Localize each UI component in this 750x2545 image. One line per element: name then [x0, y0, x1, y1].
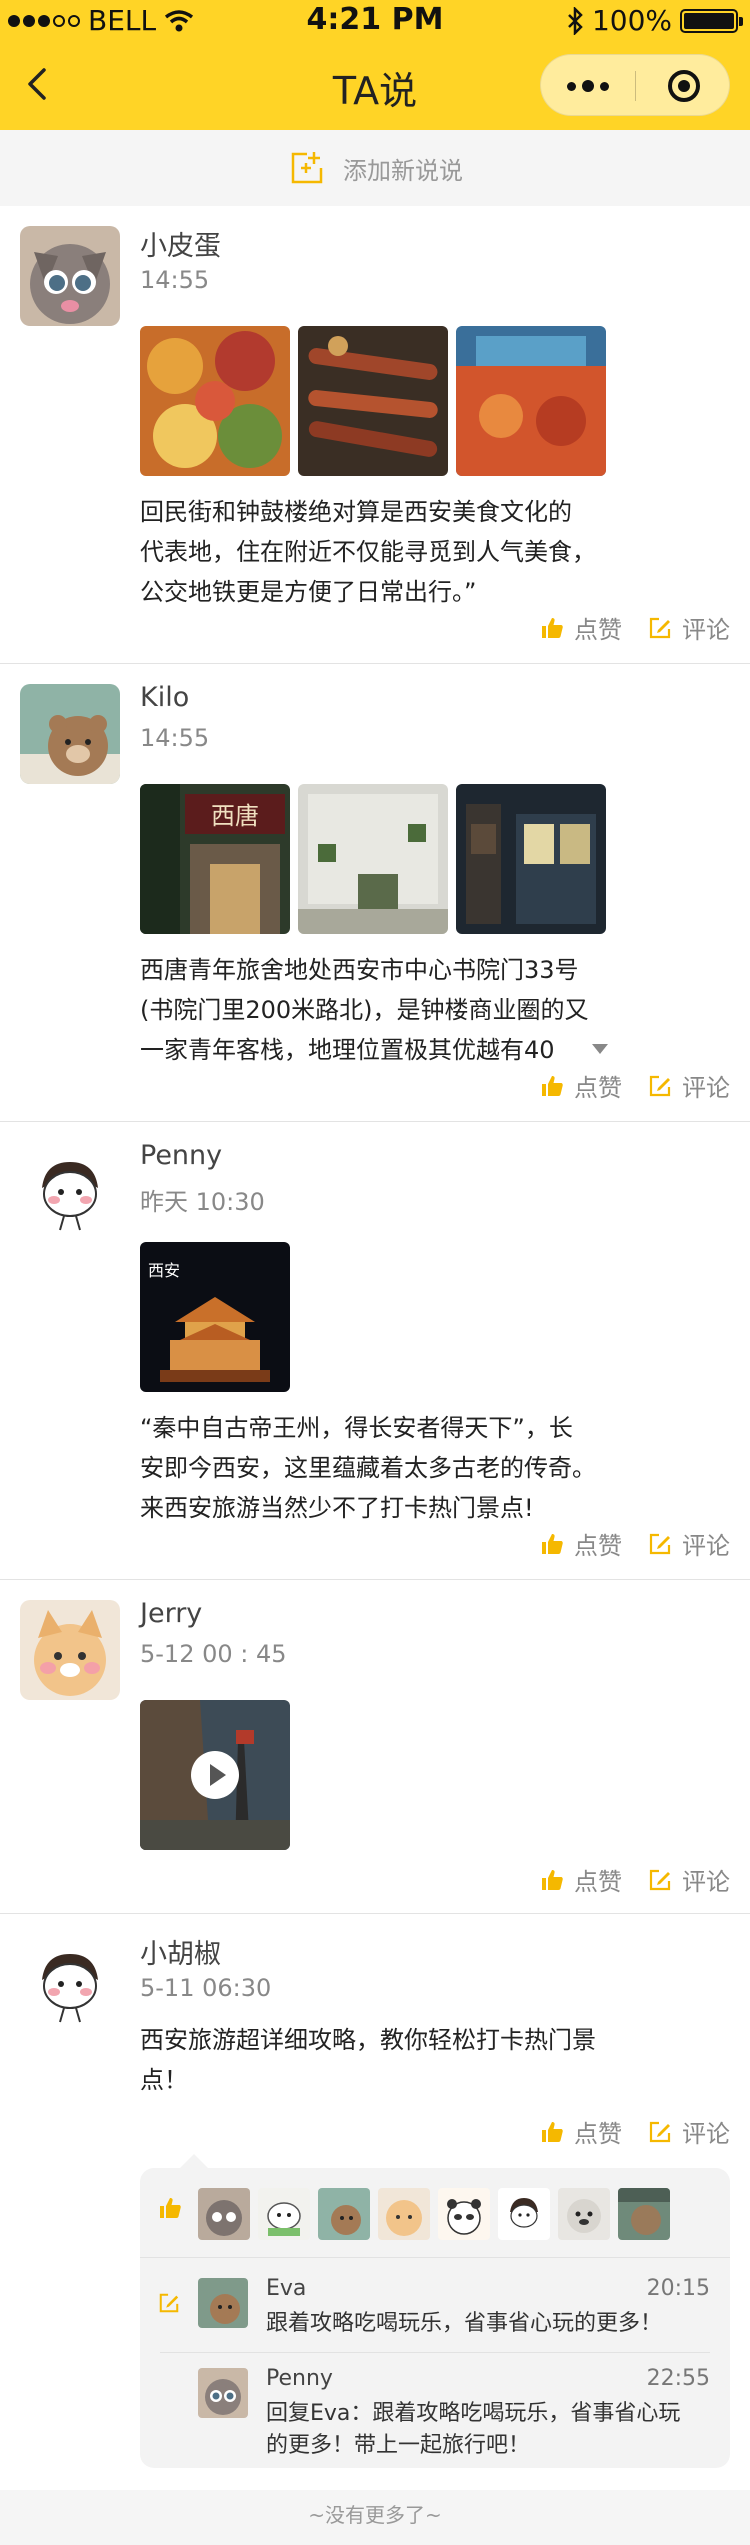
avatar[interactable] — [20, 1142, 120, 1242]
post-video[interactable] — [140, 1700, 290, 1850]
like-button[interactable]: 点赞 — [540, 610, 622, 645]
like-button[interactable]: 点赞 — [540, 1068, 622, 1103]
mini-program-capsule — [540, 54, 730, 116]
liker-avatar[interactable] — [318, 2188, 370, 2240]
post-text: 西唐青年旅舍地处西安市中心书院门33号 (书院门里200米路北)，是钟楼商业圈的又… — [140, 956, 589, 1064]
post-text: “秦中自古帝王州，得长安者得天下”，长 安即今西安，这里蕴藏着太多古老的传奇。 来西… — [140, 1414, 596, 1522]
add-post-bar[interactable]: 添加新说说 — [0, 130, 750, 206]
post-author[interactable]: 小皮蛋 — [140, 224, 221, 263]
thumbs-up-icon — [542, 1869, 563, 1890]
comment-text: 回复Eva：跟着攻略吃喝玩乐，省事省心玩 的更多！带上一起旅行吧！ — [266, 2401, 681, 2458]
likes-row — [140, 2168, 730, 2258]
avatar[interactable] — [198, 2278, 248, 2328]
comment-button[interactable]: 评论 — [648, 1862, 730, 1897]
thumbs-up-icon — [542, 1075, 563, 1096]
post-photo[interactable]: 西安 — [140, 1242, 290, 1392]
liker-avatar[interactable] — [198, 2188, 250, 2240]
comment-panel: Eva 20:15 跟着攻略吃喝玩乐，省事省心玩的更多！ Penny 22:55… — [140, 2154, 730, 2468]
post-author[interactable]: Penny — [140, 1140, 222, 1171]
add-post-label: 添加新说说 — [343, 156, 463, 185]
nav-bar: TA说 — [0, 40, 750, 130]
post-card: Penny 昨天 10:30 西安 “秦中自古帝王州，得长安者得天下”，长 安即今… — [0, 1122, 750, 1580]
edit-icon — [649, 1075, 671, 1096]
battery-percent: 100% — [591, 4, 672, 37]
comment-item[interactable]: Eva 20:15 跟着攻略吃喝玩乐，省事省心玩的更多！ — [140, 2264, 730, 2364]
comment-button[interactable]: 评论 — [648, 1068, 730, 1103]
post-photo[interactable] — [140, 326, 290, 476]
edit-icon — [159, 2293, 179, 2313]
comment-author[interactable]: Penny — [266, 2366, 333, 2391]
post-photo[interactable] — [298, 784, 448, 934]
thumbs-up-icon — [160, 2198, 181, 2218]
edit-icon — [649, 617, 671, 638]
avatar[interactable] — [20, 684, 120, 784]
post-text: 回民街和钟鼓楼绝对算是西安美食文化的 代表地，住在附近不仅能寻觅到人气美食， 公交地… — [140, 498, 596, 606]
post-author[interactable]: Jerry — [140, 1598, 202, 1629]
thumbs-up-icon — [542, 2121, 563, 2142]
comment-author[interactable]: Eva — [266, 2276, 306, 2301]
play-icon[interactable] — [190, 1750, 240, 1800]
post-card: Kilo 14:55 西唐 西唐青年旅舍地处西安市中心书院门33号 (书院门里2… — [0, 664, 750, 1122]
comment-button[interactable]: 评论 — [648, 1526, 730, 1561]
no-more-footer: ~没有更多了~ — [0, 2490, 750, 2545]
close-miniprogram-button[interactable] — [636, 55, 731, 117]
liker-avatar[interactable] — [258, 2188, 310, 2240]
avatar[interactable] — [198, 2368, 248, 2418]
comment-button[interactable]: 评论 — [648, 2114, 730, 2149]
like-button[interactable]: 点赞 — [540, 1526, 622, 1561]
post-card: Jerry 5-12 00 : 45 点赞 评论 — [0, 1580, 750, 1914]
post-photo[interactable] — [456, 784, 606, 934]
target-icon — [667, 70, 700, 102]
add-post-icon — [291, 152, 323, 184]
battery-icon — [680, 8, 743, 33]
photo-sign-text: 西安 — [148, 1261, 180, 1280]
thumbs-up-icon — [542, 617, 563, 638]
liker-avatar[interactable] — [618, 2188, 670, 2240]
post-card: 小皮蛋 14:55 回民街和钟鼓楼绝对算是西安美食文化的 代表地，住在附近不仅能… — [0, 206, 750, 664]
post-time: 5-11 06:30 — [140, 1974, 272, 2002]
comment-button[interactable]: 评论 — [648, 610, 730, 645]
chevron-down-icon[interactable] — [590, 1042, 610, 1056]
post-time: 14:55 — [140, 724, 210, 752]
bluetooth-icon — [568, 6, 583, 35]
liker-avatar[interactable] — [378, 2188, 430, 2240]
edit-icon — [649, 1869, 671, 1890]
header: BELL 4:21 PM 100% TA说 — [0, 0, 750, 130]
post-photo[interactable]: 西唐 — [140, 784, 290, 934]
more-button[interactable] — [541, 55, 635, 117]
post-text: 西安旅游超详细攻略，教你轻松打卡热门景 点！ — [140, 2026, 596, 2094]
post-time: 14:55 — [140, 266, 210, 294]
thumbs-up-icon — [542, 1533, 563, 1554]
avatar[interactable] — [20, 1934, 120, 2034]
photo-sign-text: 西唐 — [211, 802, 259, 830]
post-time: 5-12 00 : 45 — [140, 1640, 287, 1668]
status-bar: BELL 4:21 PM 100% — [0, 0, 750, 40]
post-author[interactable]: 小胡椒 — [140, 1932, 221, 1971]
liker-avatar[interactable] — [498, 2188, 550, 2240]
edit-icon — [649, 2121, 671, 2142]
comment-time: 22:55 — [646, 2366, 710, 2391]
liker-avatar[interactable] — [558, 2188, 610, 2240]
like-button[interactable]: 点赞 — [540, 1862, 622, 1897]
like-button[interactable]: 点赞 — [540, 2114, 622, 2149]
comment-item[interactable]: Penny 22:55 回复Eva：跟着攻略吃喝玩乐，省事省心玩 的更多！带上一起… — [140, 2354, 730, 2458]
post-photo[interactable] — [298, 326, 448, 476]
edit-icon — [649, 1533, 671, 1554]
avatar[interactable] — [20, 226, 120, 326]
post-photo[interactable] — [456, 326, 606, 476]
comment-time: 20:15 — [646, 2276, 710, 2301]
post-author[interactable]: Kilo — [140, 682, 189, 713]
liker-avatar[interactable] — [438, 2188, 490, 2240]
post-time: 昨天 10:30 — [140, 1188, 265, 1216]
comment-text: 跟着攻略吃喝玩乐，省事省心玩的更多！ — [266, 2311, 663, 2336]
divider — [160, 2352, 710, 2353]
avatar[interactable] — [20, 1600, 120, 1700]
